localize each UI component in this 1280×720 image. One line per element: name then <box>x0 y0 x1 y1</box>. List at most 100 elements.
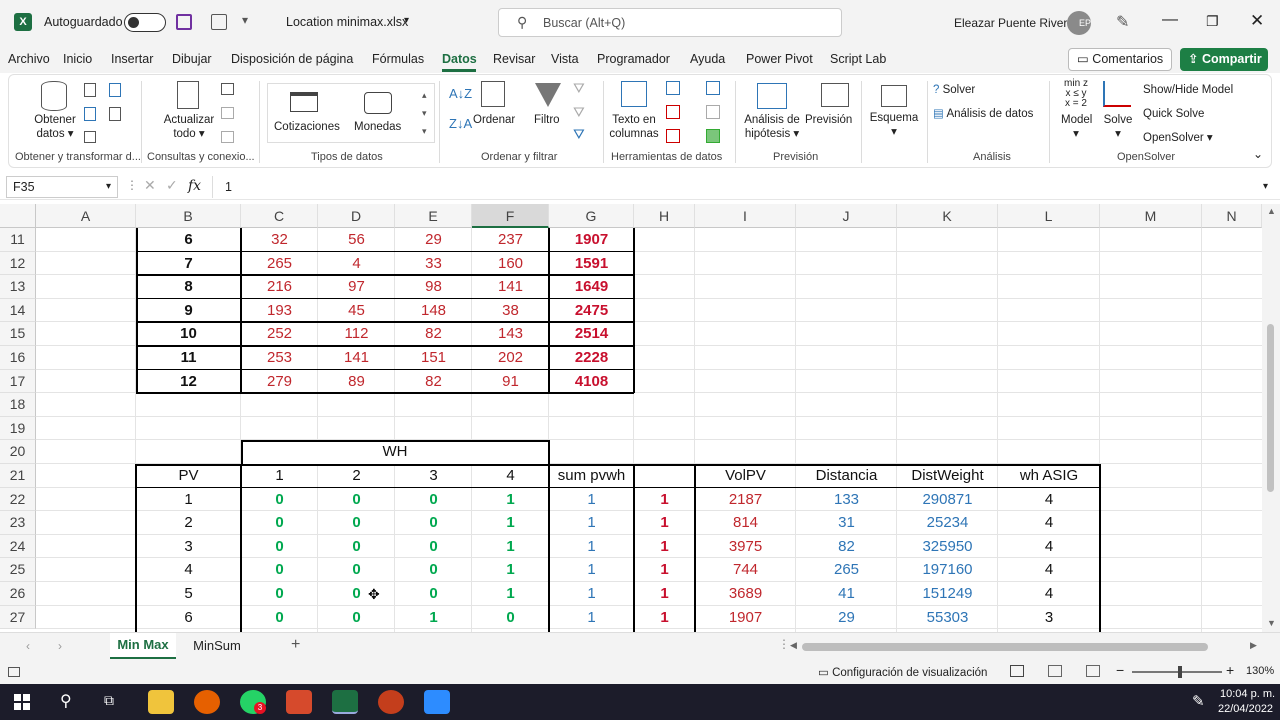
sheet-tab-minsum[interactable]: MinSum <box>184 633 250 659</box>
cell-B11[interactable]: 6 <box>136 228 241 252</box>
cell-L27[interactable]: 3 <box>998 606 1100 630</box>
quick-access-dropdown-icon[interactable]: ▾ <box>242 13 248 27</box>
column-header-C[interactable]: C <box>241 204 318 228</box>
header-J21[interactable]: Distancia <box>796 464 897 488</box>
cell-B27[interactable]: 6 <box>136 606 241 630</box>
cell-L22[interactable]: 4 <box>998 488 1100 512</box>
cell-E14[interactable]: 148 <box>395 299 472 323</box>
cell-E23[interactable]: 0 <box>395 511 472 535</box>
cell-G27[interactable]: 1 <box>549 606 634 630</box>
cell-I26[interactable]: 3689 <box>695 582 796 606</box>
sort-asc-icon[interactable]: A↓Z <box>449 87 472 101</box>
cell-I27[interactable]: 1907 <box>695 606 796 630</box>
quick-solve-button[interactable]: Quick Solve <box>1143 107 1204 121</box>
search-box[interactable]: ⚲ Buscar (Alt+Q) <box>498 8 842 37</box>
row-header-14[interactable]: 14 <box>0 298 36 323</box>
cell-K22[interactable]: 290871 <box>897 488 998 512</box>
cell-F17[interactable]: 91 <box>472 370 549 394</box>
tabs-prev-icon[interactable]: ‹ <box>26 639 30 653</box>
paint-app-icon[interactable] <box>286 690 312 714</box>
row-header-26[interactable]: 26 <box>0 582 36 606</box>
row-header-21[interactable]: 21 <box>0 464 36 488</box>
pen-icon[interactable]: ✎ <box>1116 12 1129 32</box>
cell-D15[interactable]: 112 <box>318 322 395 346</box>
solver-button[interactable]: ? Solver <box>933 83 975 97</box>
page-break-view-icon[interactable] <box>1086 665 1100 677</box>
cell-B14[interactable]: 9 <box>136 299 241 323</box>
data-model-icon[interactable] <box>706 129 720 143</box>
cell-J26[interactable]: 41 <box>796 582 897 606</box>
cell-I24[interactable]: 3975 <box>695 535 796 559</box>
cell-D24[interactable]: 0 <box>318 535 395 559</box>
powerpoint-icon[interactable] <box>378 690 404 714</box>
cell-D25[interactable]: 0 <box>318 558 395 582</box>
row-header-19[interactable]: 19 <box>0 416 36 441</box>
header-I21[interactable]: VolPV <box>695 464 796 488</box>
menu-formulas[interactable]: Fórmulas <box>372 52 424 66</box>
zoom-slider-thumb[interactable] <box>1178 666 1182 678</box>
row-header-27[interactable]: 27 <box>0 605 36 630</box>
cell-K23[interactable]: 25234 <box>897 511 998 535</box>
taskbar-search-icon[interactable]: ⚲ <box>60 691 72 711</box>
header-B21[interactable]: PV <box>136 464 241 488</box>
cell-F25[interactable]: 1 <box>472 558 549 582</box>
cell-I22[interactable]: 2187 <box>695 488 796 512</box>
consolidate-icon[interactable] <box>706 81 720 95</box>
header-G21[interactable]: sum pvwh <box>549 464 634 488</box>
header-E21[interactable]: 3 <box>395 464 472 488</box>
cell-G23[interactable]: 1 <box>549 511 634 535</box>
menu-vista[interactable]: Vista <box>551 52 579 66</box>
cell-G22[interactable]: 1 <box>549 488 634 512</box>
cell-E24[interactable]: 0 <box>395 535 472 559</box>
windows-start-icon[interactable] <box>14 694 30 710</box>
cell-F12[interactable]: 160 <box>472 252 549 276</box>
cell-I25[interactable]: 744 <box>695 558 796 582</box>
column-header-K[interactable]: K <box>897 204 998 228</box>
clear-filter-icon[interactable]: ⛛ <box>573 81 585 95</box>
column-header-B[interactable]: B <box>136 204 241 228</box>
header-K21[interactable]: DistWeight <box>897 464 998 488</box>
cell-D13[interactable]: 97 <box>318 275 395 299</box>
menu-script-lab[interactable]: Script Lab <box>830 52 886 66</box>
share-button[interactable]: ⇪ Compartir <box>1180 48 1268 71</box>
filename-chevron-icon[interactable]: ▾ <box>404 15 409 26</box>
properties-icon[interactable] <box>221 107 234 119</box>
row-header-25[interactable]: 25 <box>0 558 36 582</box>
cell-C17[interactable]: 279 <box>241 370 318 394</box>
cell-H22[interactable]: 1 <box>634 488 695 512</box>
menu-power-pivot[interactable]: Power Pivot <box>746 52 813 66</box>
formula-input[interactable]: 1 ▾ <box>212 176 1272 198</box>
hscroll-right-icon[interactable]: ▶ <box>1250 640 1257 651</box>
tabs-next-icon[interactable]: › <box>58 639 62 653</box>
column-header-I[interactable]: I <box>695 204 796 228</box>
cell-B17[interactable]: 12 <box>136 370 241 394</box>
name-box[interactable]: F35 ▾ <box>6 176 118 198</box>
cell-F27[interactable]: 0 <box>472 606 549 630</box>
cell-H25[interactable]: 1 <box>634 558 695 582</box>
existing-connections-icon[interactable] <box>84 131 96 143</box>
cell-D22[interactable]: 0 <box>318 488 395 512</box>
cell-J22[interactable]: 133 <box>796 488 897 512</box>
cell-C16[interactable]: 253 <box>241 346 318 370</box>
clock-date[interactable]: 22/04/2022 <box>1218 703 1273 715</box>
header-F21[interactable]: 4 <box>472 464 549 488</box>
cell-G25[interactable]: 1 <box>549 558 634 582</box>
cell-K24[interactable]: 325950 <box>897 535 998 559</box>
more-options-icon[interactable]: ⋮ <box>126 178 138 192</box>
cell-G26[interactable]: 1 <box>549 582 634 606</box>
zoom-level[interactable]: 130% <box>1246 665 1274 677</box>
file-explorer-icon[interactable] <box>148 690 174 714</box>
save-icon[interactable] <box>176 14 192 30</box>
ordenar-button[interactable]: Ordenar <box>473 113 515 127</box>
task-view-icon[interactable]: ⧉ <box>104 692 114 709</box>
cell-F15[interactable]: 143 <box>472 322 549 346</box>
filename[interactable]: Location minimax.xlsx <box>286 15 408 29</box>
zoom-out-icon[interactable]: − <box>1116 662 1124 678</box>
cell-D17[interactable]: 89 <box>318 370 395 394</box>
cell-L26[interactable]: 4 <box>998 582 1100 606</box>
cell-G13[interactable]: 1649 <box>549 275 634 299</box>
minimize-icon[interactable]: — <box>1162 11 1178 29</box>
row-header-11[interactable]: 11 <box>0 228 36 252</box>
cell-F11[interactable]: 237 <box>472 228 549 252</box>
cell-B12[interactable]: 7 <box>136 252 241 276</box>
